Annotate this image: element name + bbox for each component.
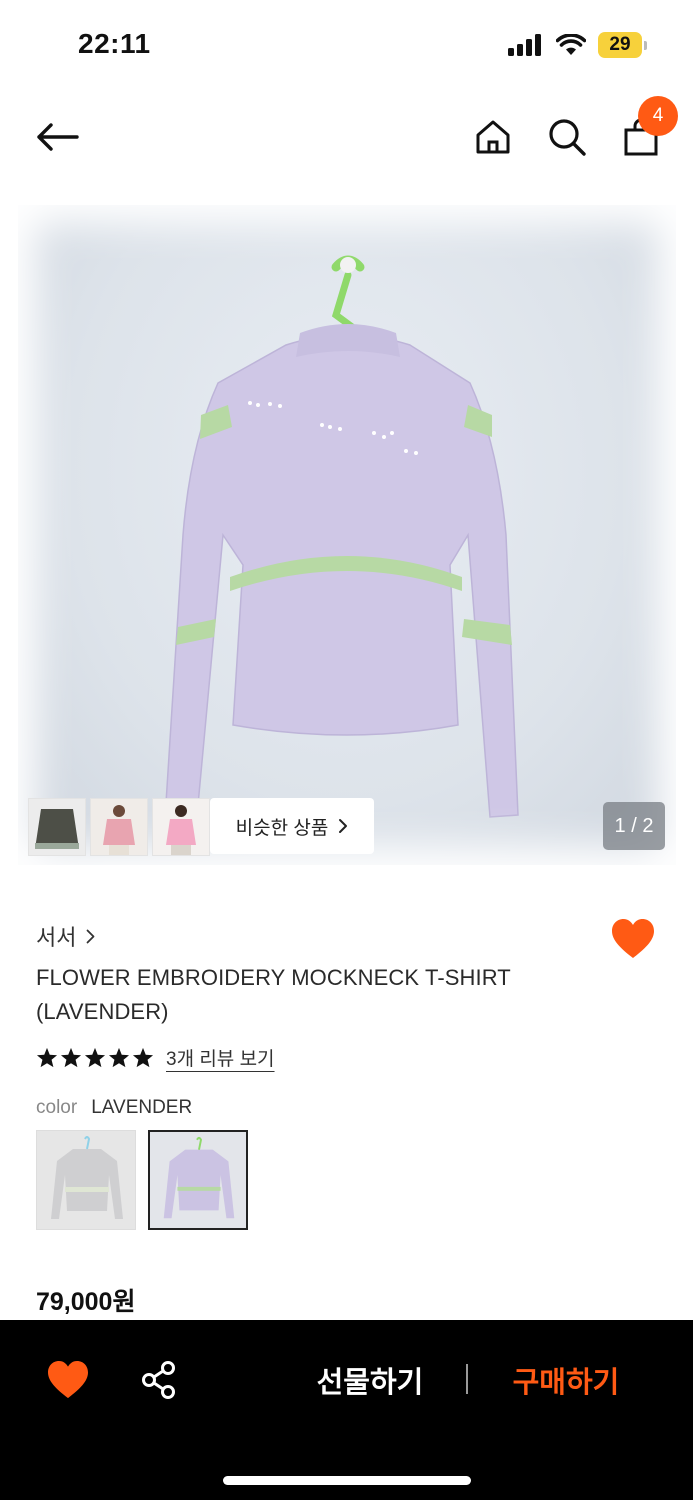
similar-products-label: 비슷한 상품 <box>235 817 329 839</box>
search-icon <box>549 119 586 156</box>
product-photo <box>165 255 519 818</box>
battery-tip <box>644 40 647 50</box>
cellular-signal-icon <box>508 34 541 56</box>
top-nav <box>0 96 693 178</box>
buy-button[interactable]: 구매하기 <box>496 1358 636 1402</box>
arrow-left-icon <box>37 123 79 151</box>
rating-row: 3개 리뷰 보기 <box>36 1044 275 1071</box>
status-bar: 22:11 29 <box>0 0 693 90</box>
gift-button[interactable]: 선물하기 <box>300 1358 440 1402</box>
color-swatch-grey[interactable] <box>36 1130 136 1230</box>
star-icon <box>132 1047 154 1068</box>
chevron-right-icon <box>339 819 348 833</box>
search-button[interactable] <box>544 114 590 160</box>
home-button[interactable] <box>470 114 516 160</box>
color-value: LAVENDER <box>91 1097 193 1118</box>
action-divider <box>466 1364 468 1394</box>
color-swatch-lavender[interactable] <box>148 1130 248 1230</box>
product-name: FLOWER EMBROIDERY MOCKNECK T-SHIRT (LAVE… <box>36 965 511 1024</box>
star-rating <box>36 1047 154 1068</box>
home-indicator[interactable] <box>223 1476 471 1485</box>
share-button[interactable] <box>140 1360 178 1400</box>
bottom-wishlist-button[interactable] <box>46 1360 90 1400</box>
home-icon <box>476 120 510 154</box>
related-thumbnail-3[interactable] <box>152 798 210 856</box>
color-label: color <box>36 1097 78 1118</box>
status-time: 22:11 <box>78 28 151 59</box>
brand-link[interactable]: 서서 <box>36 920 95 952</box>
status-icons: 29 <box>508 32 647 58</box>
heart-icon <box>612 919 654 958</box>
brand-name: 서서 <box>36 925 77 950</box>
cart-count-badge: 4 <box>638 96 678 136</box>
star-icon <box>60 1047 82 1068</box>
product-image-gallery[interactable]: 비슷한 상품 1 / 2 <box>18 205 676 865</box>
bottom-action-bar: 선물하기 구매하기 <box>0 1320 693 1500</box>
back-button[interactable] <box>30 114 84 160</box>
star-icon <box>108 1047 130 1068</box>
battery-level: 29 <box>598 32 642 58</box>
wishlist-toggle[interactable] <box>610 918 656 960</box>
product-price: 79,000원 <box>36 1288 136 1316</box>
wifi-icon <box>556 34 586 55</box>
color-row: color LAVENDER <box>36 1097 192 1119</box>
product-detail-page: 22:11 29 4 비슷한 상품 1 / 2 서서 FLOWER EMBROI… <box>0 0 693 1500</box>
related-thumbnail-2[interactable] <box>90 798 148 856</box>
star-icon <box>84 1047 106 1068</box>
related-thumbnails <box>28 798 210 856</box>
battery-indicator: 29 <box>598 32 647 58</box>
color-swatches <box>36 1130 248 1230</box>
star-icon <box>36 1047 58 1068</box>
similar-products-button[interactable]: 비슷한 상품 <box>210 798 374 854</box>
heart-icon <box>48 1360 88 1399</box>
chevron-right-icon <box>87 929 95 943</box>
image-page-counter: 1 / 2 <box>603 802 665 850</box>
related-thumbnail-1[interactable] <box>28 798 86 856</box>
reviews-link[interactable]: 3개 리뷰 보기 <box>166 1044 275 1071</box>
share-icon <box>142 1361 175 1399</box>
